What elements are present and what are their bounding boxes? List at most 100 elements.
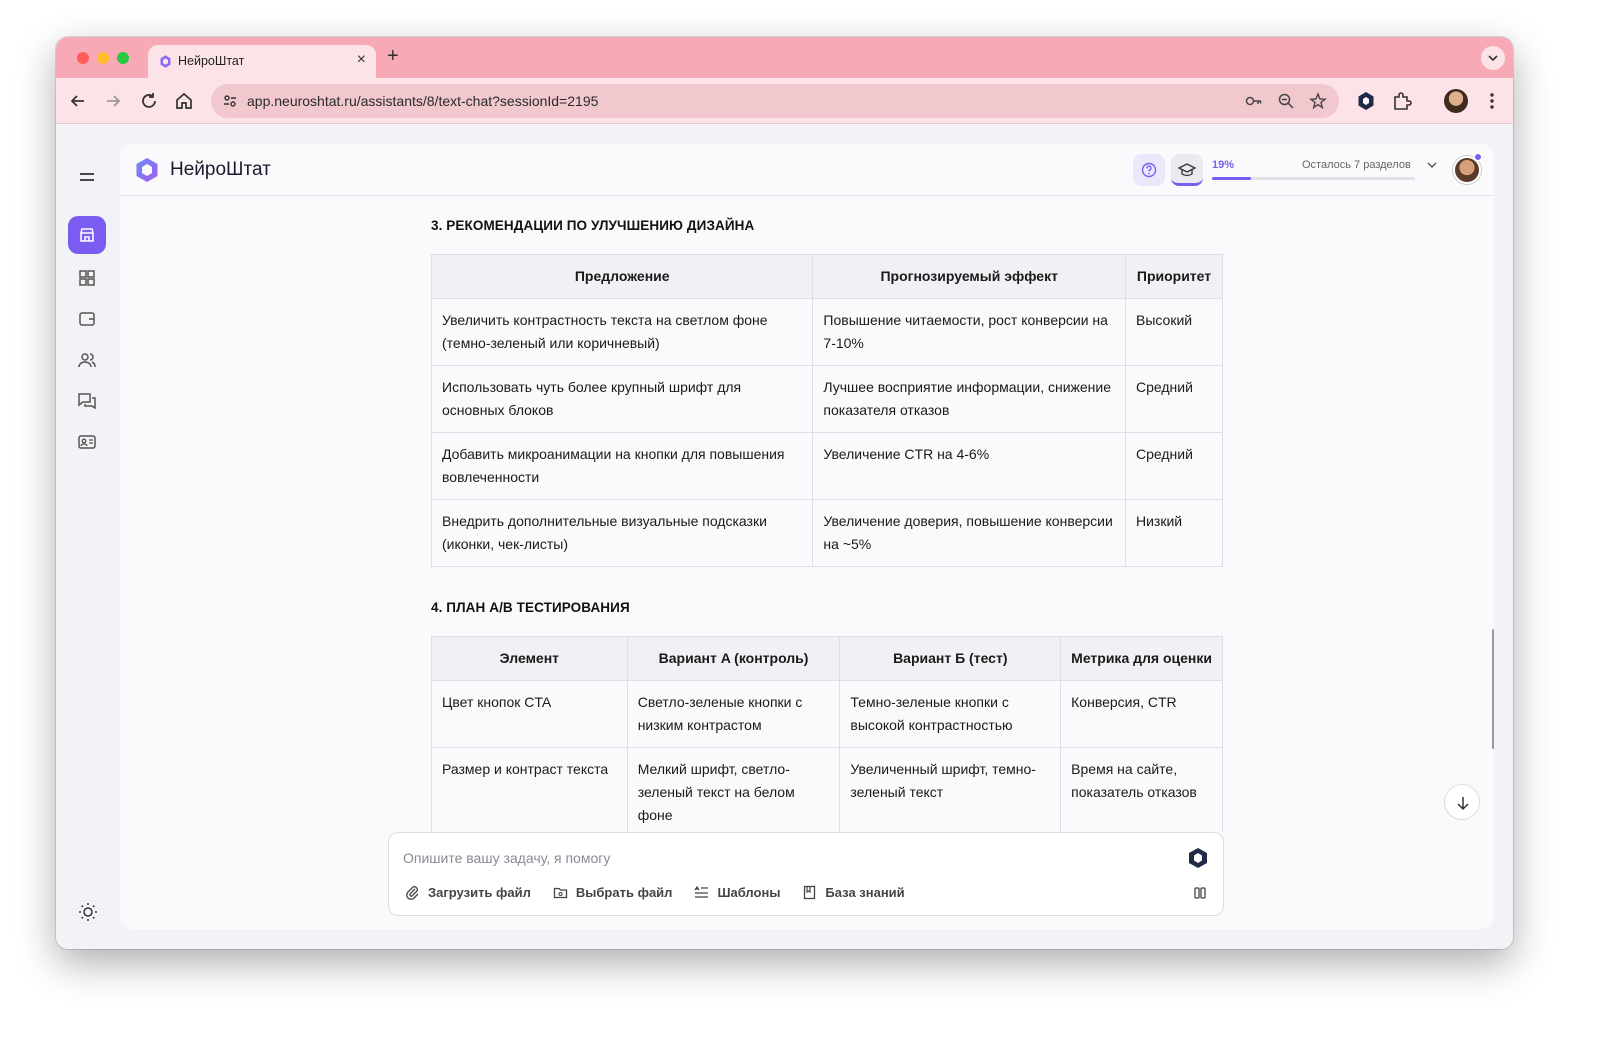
table-cell: Время на сайте, показатель отказов: [1060, 747, 1223, 832]
scroll-to-bottom-button[interactable]: [1444, 784, 1480, 820]
table-cell: Цвет кнопок CTA: [431, 680, 628, 748]
extension-hexagon-icon[interactable]: [1354, 89, 1378, 113]
templates-icon: [694, 885, 709, 898]
templates-button[interactable]: Шаблоны: [694, 885, 780, 900]
browser-toolbar: app.neuroshtat.ru/assistants/8/text-chat…: [56, 78, 1513, 124]
column-header: Элемент: [431, 636, 628, 681]
table-cell: Конверсия, CTR: [1060, 680, 1223, 748]
close-window-button[interactable]: [77, 52, 89, 64]
table-row: Увеличить контрастность текста на светло…: [430, 298, 1223, 366]
column-header: Метрика для оценки: [1060, 636, 1223, 681]
progress-remaining: Осталось 7 разделов: [1302, 159, 1411, 171]
choose-file-button[interactable]: Выбрать файл: [553, 885, 673, 900]
url-text: app.neuroshtat.ru/assistants/8/text-chat…: [247, 93, 599, 109]
minimize-window-button[interactable]: [97, 52, 109, 64]
progress-bar: [1212, 177, 1415, 180]
column-header: Вариант A (контроль): [626, 636, 841, 681]
chat-content: 3. РЕКОМЕНДАЦИИ ПО УЛУЧШЕНИЮ ДИЗАЙНА Пре…: [120, 197, 1494, 832]
table-cell: Темно-зеленые кнопки с высокой контрастн…: [839, 680, 1062, 748]
section-title: 4. ПЛАН A/B ТЕСТИРОВАНИЯ: [431, 600, 630, 615]
table-row: Использовать чуть более крупный шрифт дл…: [430, 365, 1223, 433]
progress-percent: 19%: [1212, 159, 1235, 171]
graduation-cap-icon: [1178, 163, 1196, 177]
table-cell: Мелкий шрифт, светло-зеленый текст на бе…: [626, 747, 841, 832]
back-arrow-icon[interactable]: [67, 90, 89, 112]
home-icon[interactable]: [173, 90, 195, 112]
more-vertical-icon[interactable]: [1480, 89, 1504, 113]
table-cell: Средний: [1125, 365, 1223, 433]
neuroshtat-logo-icon: [160, 55, 171, 68]
chevron-down-icon[interactable]: [1426, 159, 1438, 171]
table-cell: Размер и контраст текста: [431, 747, 628, 832]
dashboard-icon[interactable]: [76, 267, 98, 289]
column-header: Прогнозируемый эффект: [812, 254, 1126, 299]
sidebar: [56, 124, 120, 949]
bookmark-star-icon[interactable]: [1309, 92, 1327, 110]
theme-sun-icon[interactable]: [78, 902, 98, 922]
recommendations-table: Предложение Прогнозируемый эффект Приори…: [430, 254, 1223, 567]
address-bar[interactable]: app.neuroshtat.ru/assistants/8/text-chat…: [211, 84, 1339, 118]
table-row: Внедрить дополнительные визуальные подск…: [430, 499, 1223, 567]
maximize-window-button[interactable]: [117, 52, 129, 64]
knowledge-base-button[interactable]: База знаний: [802, 885, 905, 900]
column-header: Предложение: [430, 254, 814, 299]
table-cell: Лучшее восприятие информации, снижение п…: [812, 365, 1126, 433]
zoom-icon[interactable]: [1277, 92, 1295, 110]
table-header-row: Элемент Вариант A (контроль) Вариант Б (…: [431, 636, 1223, 681]
reload-icon[interactable]: [138, 90, 160, 112]
upload-file-label: Загрузить файл: [428, 885, 531, 900]
app-root: НейроШтат 19% Осталось 7 разделов 3. РЕК…: [56, 124, 1513, 949]
help-button[interactable]: [1133, 154, 1165, 186]
table-row: Цвет кнопок CTA Светло-зеленые кнопки с …: [431, 680, 1223, 748]
id-card-icon[interactable]: [76, 431, 98, 453]
tab-close-icon[interactable]: ×: [357, 51, 366, 69]
table-cell: Увеличение CTR на 4-6%: [812, 432, 1126, 500]
scrollbar-thumb[interactable]: [1492, 629, 1494, 749]
tab-title: НейроШтат: [178, 54, 245, 68]
choose-file-label: Выбрать файл: [575, 885, 673, 900]
upload-file-button[interactable]: Загрузить файл: [405, 885, 531, 900]
arrow-down-icon: [1457, 797, 1469, 811]
table-row: Добавить микроанимации на кнопки для пов…: [430, 432, 1223, 500]
new-tab-button[interactable]: +: [387, 45, 399, 68]
message-composer: Загрузить файл Выбрать файл Шаблоны База…: [388, 832, 1224, 916]
table-cell: Светло-зеленые кнопки с низким контрасто…: [626, 680, 841, 748]
users-icon[interactable]: [76, 349, 98, 371]
forward-arrow-icon[interactable]: [102, 90, 124, 112]
browser-tab[interactable]: НейроШтат ×: [148, 45, 376, 78]
table-cell: Увеличение доверия, повышение конверсии …: [812, 499, 1126, 567]
profile-avatar[interactable]: [1444, 89, 1468, 113]
question-icon: [1141, 162, 1157, 178]
site-settings-icon[interactable]: [222, 93, 238, 109]
folder-icon: [553, 887, 568, 899]
progress-bar-fill: [1212, 177, 1251, 180]
wallet-icon[interactable]: [76, 308, 98, 330]
message-input[interactable]: [403, 847, 1163, 869]
table-cell: Средний: [1125, 432, 1223, 500]
column-header: Вариант Б (тест): [839, 636, 1062, 681]
tab-search-button[interactable]: [1481, 46, 1505, 70]
password-key-icon[interactable]: [1245, 92, 1263, 110]
browser-window: НейроШтат × + app.neuroshtat.ru/assistan…: [56, 37, 1513, 949]
sidebar-item-store[interactable]: [68, 216, 106, 254]
column-header: Приоритет: [1125, 254, 1223, 299]
ab-testing-table: Элемент Вариант A (контроль) Вариант Б (…: [431, 636, 1223, 832]
menu-hamburger-icon[interactable]: [76, 166, 98, 188]
assistant-send-icon[interactable]: [1187, 847, 1209, 869]
extensions-puzzle-icon[interactable]: [1390, 89, 1414, 113]
table-cell: Низкий: [1125, 499, 1223, 567]
table-row: Размер и контраст текста Мелкий шрифт, с…: [431, 747, 1223, 832]
chevron-down-icon: [1488, 55, 1498, 62]
brand-name: НейроШтат: [170, 159, 271, 180]
table-cell: Добавить микроанимации на кнопки для пов…: [430, 432, 814, 500]
panel-toggle-icon[interactable]: [1193, 886, 1207, 900]
templates-label: Шаблоны: [717, 885, 781, 900]
book-icon: [804, 885, 816, 900]
table-cell: Высокий: [1125, 298, 1223, 366]
section-title: 3. РЕКОМЕНДАЦИИ ПО УЛУЧШЕНИЮ ДИЗАЙНА: [431, 218, 755, 233]
table-header-row: Предложение Прогнозируемый эффект Приори…: [430, 254, 1223, 299]
table-cell: Увеличить контрастность текста на светло…: [430, 298, 814, 366]
chat-icon[interactable]: [76, 390, 98, 412]
learning-button[interactable]: [1171, 154, 1203, 186]
neuroshtat-logo-icon: [136, 158, 158, 182]
